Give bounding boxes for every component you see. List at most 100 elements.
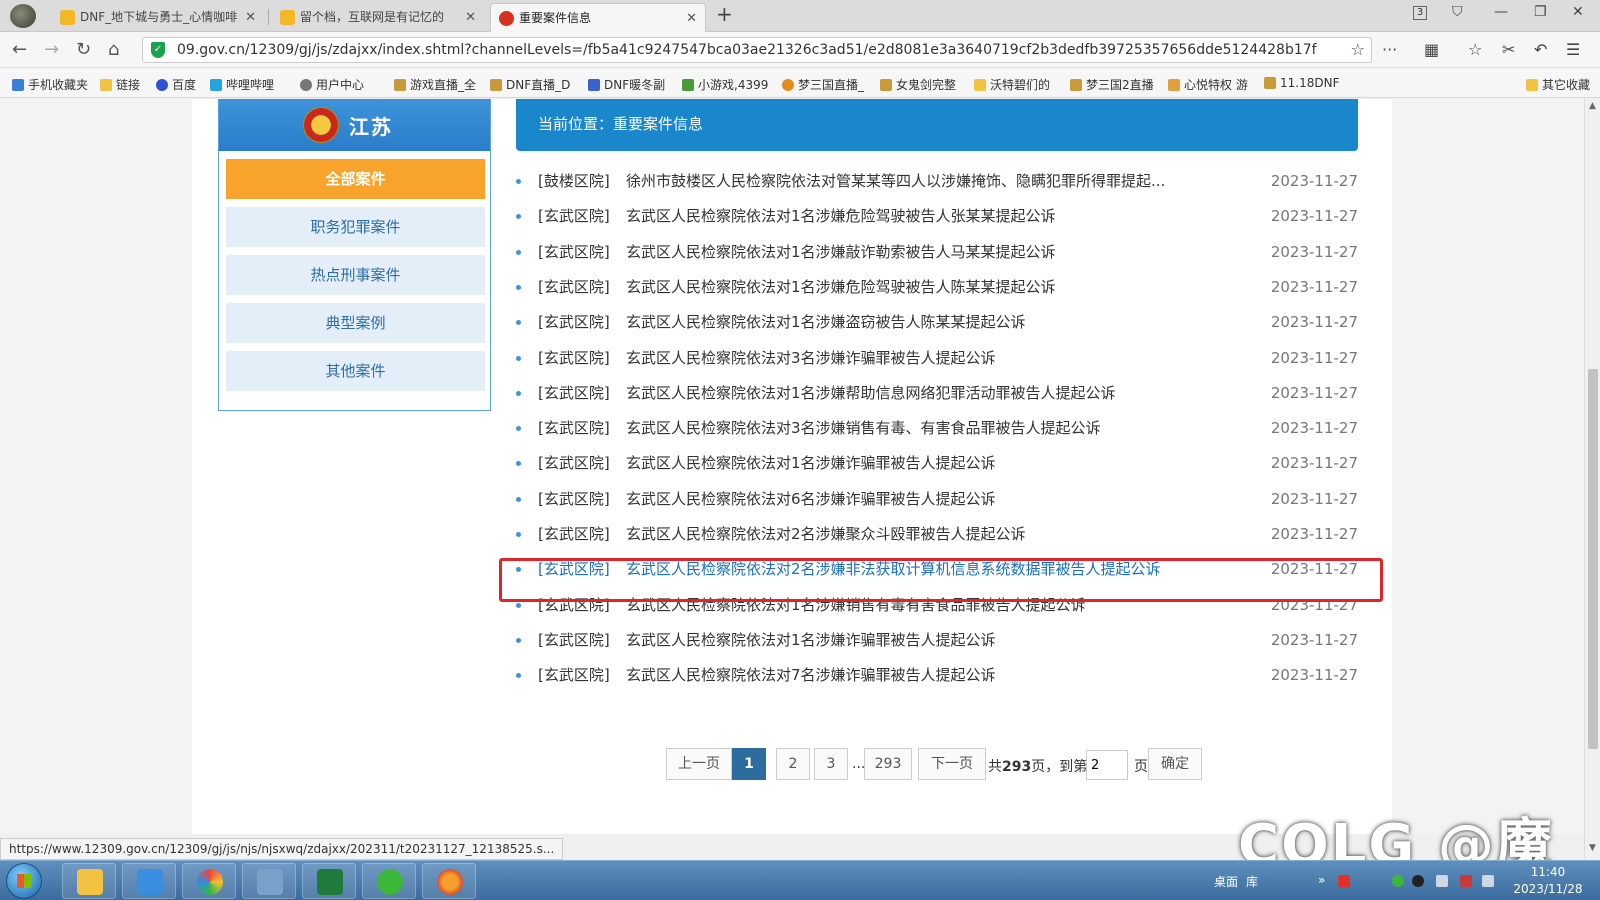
- forward-icon[interactable]: →: [44, 39, 59, 60]
- case-court-link[interactable]: [玄武区院]: [538, 379, 610, 407]
- tray-expand-icon[interactable]: »: [1318, 873, 1325, 887]
- case-court-link[interactable]: [玄武区院]: [538, 308, 610, 336]
- case-row[interactable]: [玄武区院] 玄武区人民检察院依法对1名涉嫌危险驾驶被告人陈某某提起公诉 2023-…: [516, 273, 1358, 301]
- scroll-down-icon[interactable]: ▼: [1589, 843, 1596, 853]
- case-row[interactable]: [玄武区院] 玄武区人民检察院依法对3名涉嫌诈骗罪被告人提起公诉 2023-11-2…: [516, 344, 1358, 372]
- case-title-link[interactable]: 玄武区人民检察院依法对1名涉嫌危险驾驶被告人陈某某提起公诉: [626, 273, 1226, 301]
- undo-icon[interactable]: ↶: [1534, 40, 1547, 59]
- taskbar-app-cloud[interactable]: [122, 863, 176, 899]
- confirm-button[interactable]: 确定: [1148, 748, 1202, 780]
- case-title-link[interactable]: 徐州市鼓楼区人民检察院依法对管某某等四人以涉嫌掩饰、隐瞒犯罪所得罪提起...: [626, 167, 1226, 195]
- taskbar-app-browser[interactable]: [182, 863, 236, 899]
- case-row[interactable]: [玄武区院] 玄武区人民检察院依法对1名涉嫌帮助信息网络犯罪活动罪被告人提起公诉 2…: [516, 379, 1358, 407]
- bookmark-item[interactable]: 用户中心: [300, 76, 380, 93]
- case-title-link[interactable]: 玄武区人民检察院依法对1名涉嫌危险驾驶被告人张某某提起公诉: [626, 202, 1226, 230]
- case-court-link[interactable]: [鼓楼区院]: [538, 167, 610, 195]
- goto-page-input[interactable]: [1086, 750, 1128, 780]
- case-row[interactable]: [玄武区院] 玄武区人民检察院依法对1名涉嫌诈骗罪被告人提起公诉 2023-11-2…: [516, 626, 1358, 654]
- secure-shield-icon[interactable]: ✓: [151, 42, 165, 58]
- tab-close-icon[interactable]: ✕: [465, 3, 476, 32]
- bookmark-star-icon[interactable]: ☆: [1351, 40, 1365, 59]
- next-page-button[interactable]: 下一页: [918, 748, 986, 780]
- menu-icon[interactable]: ☰: [1566, 40, 1580, 59]
- bookmark-item[interactable]: 沃特碧们的: [974, 76, 1060, 93]
- case-court-link[interactable]: [玄武区院]: [538, 202, 610, 230]
- bookmark-item[interactable]: 链接: [100, 76, 148, 93]
- bookmark-item[interactable]: 手机收藏夹: [12, 76, 96, 93]
- bookmark-item[interactable]: DNF暖冬副: [588, 76, 674, 93]
- case-title-link[interactable]: 玄武区人民检察院依法对1名涉嫌诈骗罪被告人提起公诉: [626, 449, 1226, 477]
- case-title-link[interactable]: 玄武区人民检察院依法对1名涉嫌诈骗罪被告人提起公诉: [626, 626, 1226, 654]
- tab-close-icon[interactable]: ✕: [245, 3, 256, 32]
- case-row[interactable]: [玄武区院] 玄武区人民检察院依法对6名涉嫌诈骗罪被告人提起公诉 2023-11-2…: [516, 485, 1358, 513]
- tab-count-badge[interactable]: 3: [1413, 6, 1427, 20]
- new-tab-icon[interactable]: +: [716, 2, 733, 26]
- case-title-link[interactable]: 玄武区人民检察院依法对2名涉嫌聚众斗殴罪被告人提起公诉: [626, 520, 1226, 548]
- close-window-icon[interactable]: ✕: [1572, 4, 1584, 20]
- url-text[interactable]: 09.gov.cn/12309/gj/js/zdajxx/index.shtml…: [177, 42, 1317, 58]
- page-button[interactable]: 3: [814, 748, 848, 780]
- volume-icon[interactable]: [1436, 875, 1448, 887]
- case-court-link[interactable]: [玄武区院]: [538, 273, 610, 301]
- start-button[interactable]: [6, 863, 42, 899]
- minimize-icon[interactable]: —: [1494, 4, 1508, 20]
- library-toolbar[interactable]: 库: [1246, 873, 1258, 890]
- bookmark-item[interactable]: 百度: [156, 76, 206, 93]
- sidebar-item-duty-crime[interactable]: 职务犯罪案件: [226, 207, 485, 247]
- apps-grid-icon[interactable]: ▦: [1424, 40, 1439, 59]
- case-title-link[interactable]: 玄武区人民检察院依法对1名涉嫌帮助信息网络犯罪活动罪被告人提起公诉: [626, 379, 1226, 407]
- vertical-scrollbar[interactable]: ▲ ▼: [1584, 99, 1600, 859]
- system-clock[interactable]: 11:40 2023/11/28: [1512, 864, 1584, 898]
- favorites-icon[interactable]: ☆: [1468, 40, 1482, 59]
- case-row[interactable]: [玄武区院] 玄武区人民检察院依法对1名涉嫌危险驾驶被告人张某某提起公诉 2023-…: [516, 202, 1358, 230]
- case-title-link[interactable]: 玄武区人民检察院依法对1名涉嫌盗窃被告人陈某某提起公诉: [626, 308, 1226, 336]
- bookmark-item[interactable]: 心悦特权 游: [1168, 76, 1254, 93]
- case-row[interactable]: [玄武区院] 玄武区人民检察院依法对2名涉嫌聚众斗殴罪被告人提起公诉 2023-11…: [516, 520, 1358, 548]
- sidebar-item-all-cases[interactable]: 全部案件: [226, 159, 485, 199]
- taskbar-app-excel[interactable]: [302, 863, 356, 899]
- last-page-button[interactable]: 293: [864, 748, 912, 780]
- case-title-link[interactable]: 玄武区人民检察院依法对7名涉嫌诈骗罪被告人提起公诉: [626, 661, 1226, 689]
- sidebar-item-hot-criminal[interactable]: 热点刑事案件: [226, 255, 485, 295]
- home-icon[interactable]: ⌂: [108, 39, 119, 60]
- case-title-link[interactable]: 玄武区人民检察院依法对3名涉嫌诈骗罪被告人提起公诉: [626, 344, 1226, 372]
- case-title-link[interactable]: 玄武区人民检察院依法对6名涉嫌诈骗罪被告人提起公诉: [626, 485, 1226, 513]
- qq-icon[interactable]: [1412, 875, 1424, 887]
- skin-icon[interactable]: ⛉: [1452, 4, 1463, 20]
- case-court-link[interactable]: [玄武区院]: [538, 520, 610, 548]
- case-row[interactable]: [玄武区院] 玄武区人民检察院依法对1名涉嫌盗窃被告人陈某某提起公诉 2023-11…: [516, 308, 1358, 336]
- case-court-link[interactable]: [玄武区院]: [538, 238, 610, 266]
- case-court-link[interactable]: [玄武区院]: [538, 485, 610, 513]
- scroll-up-icon[interactable]: ▲: [1589, 101, 1596, 111]
- restore-icon[interactable]: ❐: [1534, 4, 1547, 20]
- case-court-link[interactable]: [玄武区院]: [538, 414, 610, 442]
- case-court-link[interactable]: [玄武区院]: [538, 661, 610, 689]
- bookmark-other-folder[interactable]: 其它收藏: [1526, 76, 1596, 93]
- tab-dnf[interactable]: DNF_地下城与勇士_心情咖啡 ✕: [52, 3, 264, 32]
- taskbar-app-explorer[interactable]: [62, 863, 116, 899]
- address-bar[interactable]: ✓ 09.gov.cn/12309/gj/js/zdajxx/index.sht…: [142, 37, 1372, 63]
- scroll-thumb[interactable]: [1588, 369, 1598, 749]
- more-icon[interactable]: ···: [1382, 40, 1397, 59]
- tab-archive[interactable]: 留个档，互联网是有记忆的 ✕: [272, 3, 484, 32]
- taskbar-app-wechat[interactable]: [362, 863, 416, 899]
- case-title-link[interactable]: 玄武区人民检察院依法对3名涉嫌销售有毒、有害食品罪被告人提起公诉: [626, 414, 1226, 442]
- bookmark-item[interactable]: 11.18DNF: [1264, 76, 1340, 90]
- bookmark-item[interactable]: 梦三国直播_: [782, 76, 868, 93]
- bookmark-item[interactable]: 游戏直播_全: [394, 76, 480, 93]
- network-icon[interactable]: [1482, 875, 1494, 887]
- prev-page-button[interactable]: 上一页: [666, 748, 732, 780]
- tab-case-info[interactable]: 重要案件信息 ✕: [490, 3, 706, 32]
- case-court-link[interactable]: [玄武区院]: [538, 344, 610, 372]
- scissors-icon[interactable]: ✂: [1502, 40, 1515, 59]
- case-row[interactable]: [玄武区院] 玄武区人民检察院依法对7名涉嫌诈骗罪被告人提起公诉 2023-11-2…: [516, 661, 1358, 689]
- case-row[interactable]: [玄武区院] 玄武区人民检察院依法对1名涉嫌敲诈勒索被告人马某某提起公诉 2023-…: [516, 238, 1358, 266]
- case-row[interactable]: [玄武区院] 玄武区人民检察院依法对3名涉嫌销售有毒、有害食品罪被告人提起公诉 20…: [516, 414, 1358, 442]
- back-icon[interactable]: ←: [12, 39, 27, 60]
- tab-close-icon[interactable]: ✕: [686, 4, 697, 32]
- case-court-link[interactable]: [玄武区院]: [538, 626, 610, 654]
- case-court-link[interactable]: [玄武区院]: [538, 449, 610, 477]
- reload-icon[interactable]: ↻: [76, 39, 91, 60]
- taskbar-app-notes[interactable]: [242, 863, 296, 899]
- sidebar-item-typical-cases[interactable]: 典型案例: [226, 303, 485, 343]
